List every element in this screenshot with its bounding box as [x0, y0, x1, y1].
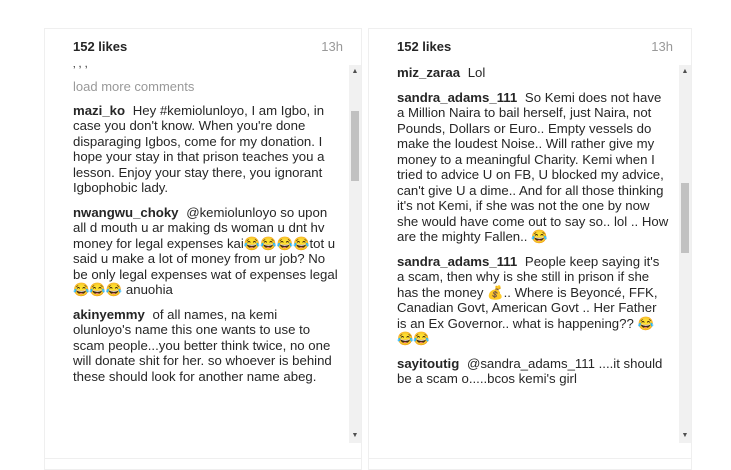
- clipped-comment-remnant: ‚ , ,: [73, 65, 339, 71]
- comments-scrollbar[interactable]: ▲ ▼: [679, 65, 691, 443]
- comment-item: akinyemmy of all names, na kemi olunloyo…: [73, 307, 339, 385]
- triangle-up-icon[interactable]: ▲: [679, 65, 691, 79]
- comment-username[interactable]: miz_zaraa: [397, 65, 460, 80]
- comment-text: So Kemi does not have a Million Naira to…: [397, 89, 669, 245]
- comment-item: nwangwu_choky @kemiolunloyo so upon all …: [73, 205, 339, 298]
- likes-count[interactable]: 152 likes: [397, 39, 451, 54]
- likes-count[interactable]: 152 likes: [73, 39, 127, 54]
- comment-username[interactable]: sayitoutig: [397, 356, 459, 371]
- comments-scrollbar[interactable]: ▲ ▼: [349, 65, 361, 443]
- comment-list[interactable]: miz_zaraa Lol sandra_adams_111 So Kemi d…: [397, 65, 669, 449]
- scrollbar-thumb[interactable]: [351, 111, 359, 181]
- comment-username[interactable]: akinyemmy: [73, 307, 145, 322]
- comment-username[interactable]: nwangwu_choky: [73, 205, 179, 220]
- comment-username[interactable]: mazi_ko: [73, 103, 125, 118]
- comments-panel-left: 152 likes 13h ‚ , , load more comments m…: [44, 28, 362, 470]
- comments-panel-right: 152 likes 13h miz_zaraa Lol sandra_adams…: [368, 28, 692, 470]
- comment-text: Lol: [467, 65, 486, 80]
- comment-username[interactable]: sandra_adams_111: [397, 254, 517, 269]
- comment-list[interactable]: ‚ , , load more comments mazi_ko Hey #ke…: [73, 65, 339, 449]
- scrollbar-thumb[interactable]: [681, 183, 689, 253]
- comment-item: sayitoutig @sandra_adams_111 ....it shou…: [397, 356, 669, 387]
- triangle-up-icon[interactable]: ▲: [349, 65, 361, 79]
- load-more-comments-link[interactable]: load more comments: [73, 79, 339, 95]
- triangle-down-icon[interactable]: ▼: [349, 429, 361, 443]
- comment-item: mazi_ko Hey #kemiolunloyo, I am Igbo, in…: [73, 103, 339, 196]
- comment-item: sandra_adams_111 So Kemi does not have a…: [397, 90, 669, 245]
- post-timestamp[interactable]: 13h: [321, 39, 343, 54]
- post-timestamp[interactable]: 13h: [651, 39, 673, 54]
- comment-item: sandra_adams_111 People keep saying it's…: [397, 254, 669, 347]
- comment-username[interactable]: sandra_adams_111: [397, 90, 517, 105]
- comment-item: miz_zaraa Lol: [397, 65, 669, 81]
- triangle-down-icon[interactable]: ▼: [679, 429, 691, 443]
